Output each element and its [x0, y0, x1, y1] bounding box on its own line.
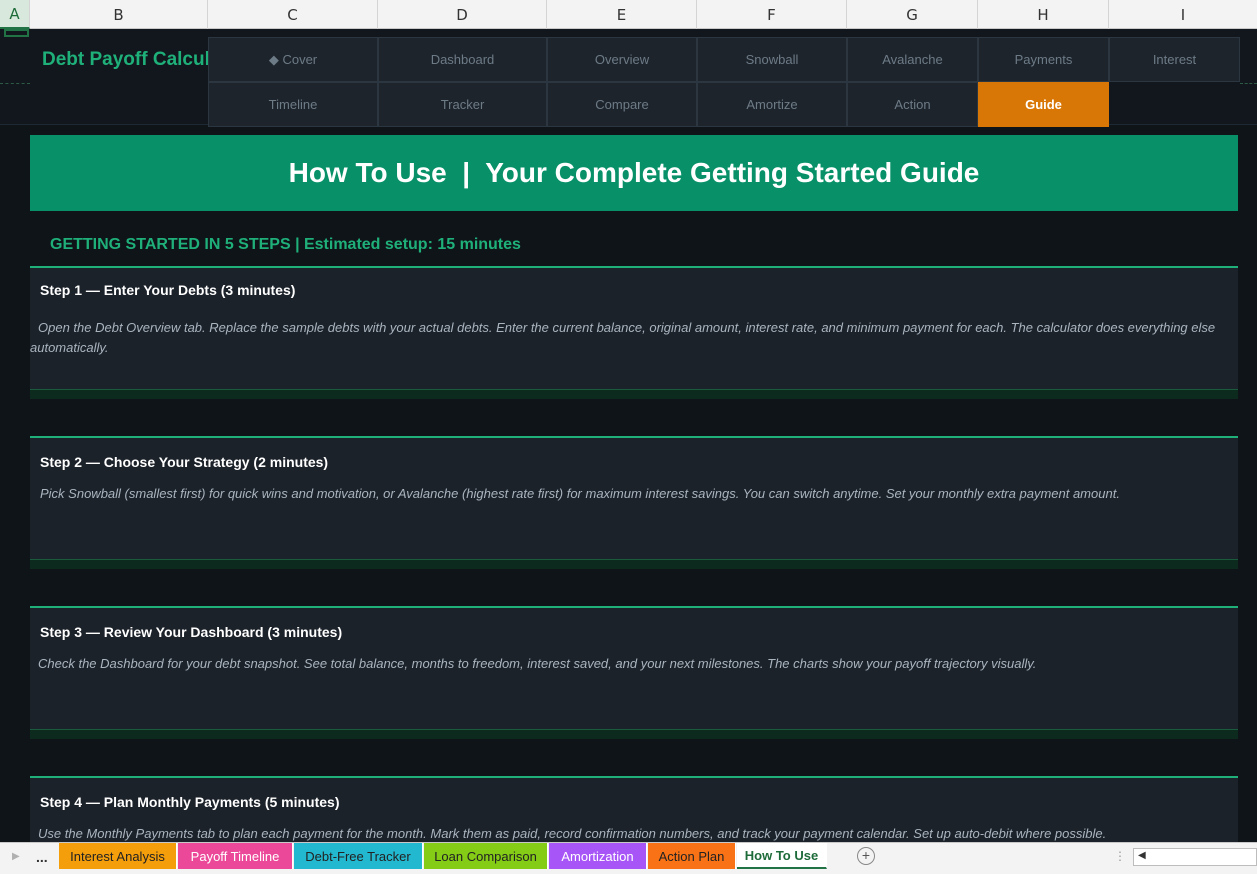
nav-button-action[interactable]: Action [847, 82, 978, 127]
column-header-H[interactable]: H [978, 0, 1109, 29]
column-header-D[interactable]: D [378, 0, 547, 29]
tab-overflow-button[interactable]: ... [36, 849, 48, 865]
column-header-F[interactable]: F [697, 0, 847, 29]
step-title: Step 3 — Review Your Dashboard (3 minute… [40, 624, 343, 640]
sheet-tab-amortization[interactable]: Amortization [549, 843, 647, 869]
step-card: Step 1 — Enter Your Debts (3 minutes) Op… [30, 266, 1238, 399]
nav-divider-line [0, 83, 30, 84]
nav-divider-line [1240, 83, 1257, 84]
step-description: Use the Monthly Payments tab to plan eac… [38, 826, 1107, 841]
step-title: Step 2 — Choose Your Strategy (2 minutes… [40, 454, 329, 470]
column-header-B[interactable]: B [30, 0, 208, 29]
selected-cell-indicator[interactable] [4, 29, 29, 37]
app-title: Debt Payoff Calculator [42, 49, 208, 70]
tab-scroll-left-icon[interactable]: ▶ [12, 851, 20, 862]
worksheet-area[interactable]: Debt Payoff Calculator ◆ Cover Dashboard… [0, 29, 1257, 842]
step-card: Step 2 — Choose Your Strategy (2 minutes… [30, 436, 1238, 569]
step-card-footer [30, 389, 1238, 399]
step-title: Step 1 — Enter Your Debts (3 minutes) [40, 282, 296, 298]
step-description: Pick Snowball (smallest first) for quick… [40, 486, 1120, 501]
nav-button-tracker[interactable]: Tracker [378, 82, 547, 127]
step-card-footer [30, 729, 1238, 739]
nav-button-interest[interactable]: Interest [1109, 37, 1240, 82]
split-handle-icon[interactable]: ⋮ [1114, 849, 1126, 863]
nav-button-overview[interactable]: Overview [547, 37, 697, 82]
sheet-tab-loan-comparison[interactable]: Loan Comparison [424, 843, 548, 869]
step-card: Step 4 — Plan Monthly Payments (5 minute… [30, 776, 1238, 842]
sheet-tab-debt-free-tracker[interactable]: Debt-Free Tracker [294, 843, 423, 869]
nav-button-timeline[interactable]: Timeline [208, 82, 378, 127]
page-title: How To Use | Your Complete Getting Start… [288, 157, 980, 188]
nav-button-amortize[interactable]: Amortize [697, 82, 847, 127]
sheet-tab-payoff-timeline[interactable]: Payoff Timeline [178, 843, 293, 869]
step-description: Check the Dashboard for your debt snapsh… [38, 656, 1037, 671]
column-header-A[interactable]: A [0, 0, 30, 29]
navigation-panel: Debt Payoff Calculator ◆ Cover Dashboard… [0, 29, 1257, 127]
nav-button-cover[interactable]: ◆ Cover [208, 37, 378, 82]
step-card-footer [30, 559, 1238, 569]
nav-button-dashboard[interactable]: Dashboard [378, 37, 547, 82]
column-header-row: A B C D E F G H I [0, 0, 1257, 29]
nav-button-avalanche[interactable]: Avalanche [847, 37, 978, 82]
nav-button-guide[interactable]: Guide [978, 82, 1109, 127]
step-card: Step 3 — Review Your Dashboard (3 minute… [30, 606, 1238, 739]
column-header-G[interactable]: G [847, 0, 978, 29]
sheet-tab-how-to-use[interactable]: How To Use [737, 843, 827, 869]
nav-button-payments[interactable]: Payments [978, 37, 1109, 82]
sheet-tab-action-plan[interactable]: Action Plan [648, 843, 736, 869]
sheet-tab-interest-analysis[interactable]: Interest Analysis [59, 843, 177, 869]
section-subheading: GETTING STARTED IN 5 STEPS | Estimated s… [50, 236, 521, 253]
add-sheet-icon[interactable]: + [857, 847, 875, 865]
page-banner: How To Use | Your Complete Getting Start… [30, 135, 1238, 211]
scroll-left-arrow-icon[interactable]: ◀ [1138, 850, 1146, 861]
step-description: Open the Debt Overview tab. Replace the … [30, 320, 1216, 355]
nav-button-snowball[interactable]: Snowball [697, 37, 847, 82]
horizontal-scrollbar[interactable]: ◀ [1133, 848, 1257, 866]
column-header-C[interactable]: C [208, 0, 378, 29]
step-title: Step 4 — Plan Monthly Payments (5 minute… [40, 794, 340, 810]
column-header-I[interactable]: I [1109, 0, 1257, 29]
sheet-tab-bar: ▶ ... Interest Analysis Payoff Timeline … [0, 842, 1257, 874]
column-header-E[interactable]: E [547, 0, 697, 29]
nav-button-compare[interactable]: Compare [547, 82, 697, 127]
